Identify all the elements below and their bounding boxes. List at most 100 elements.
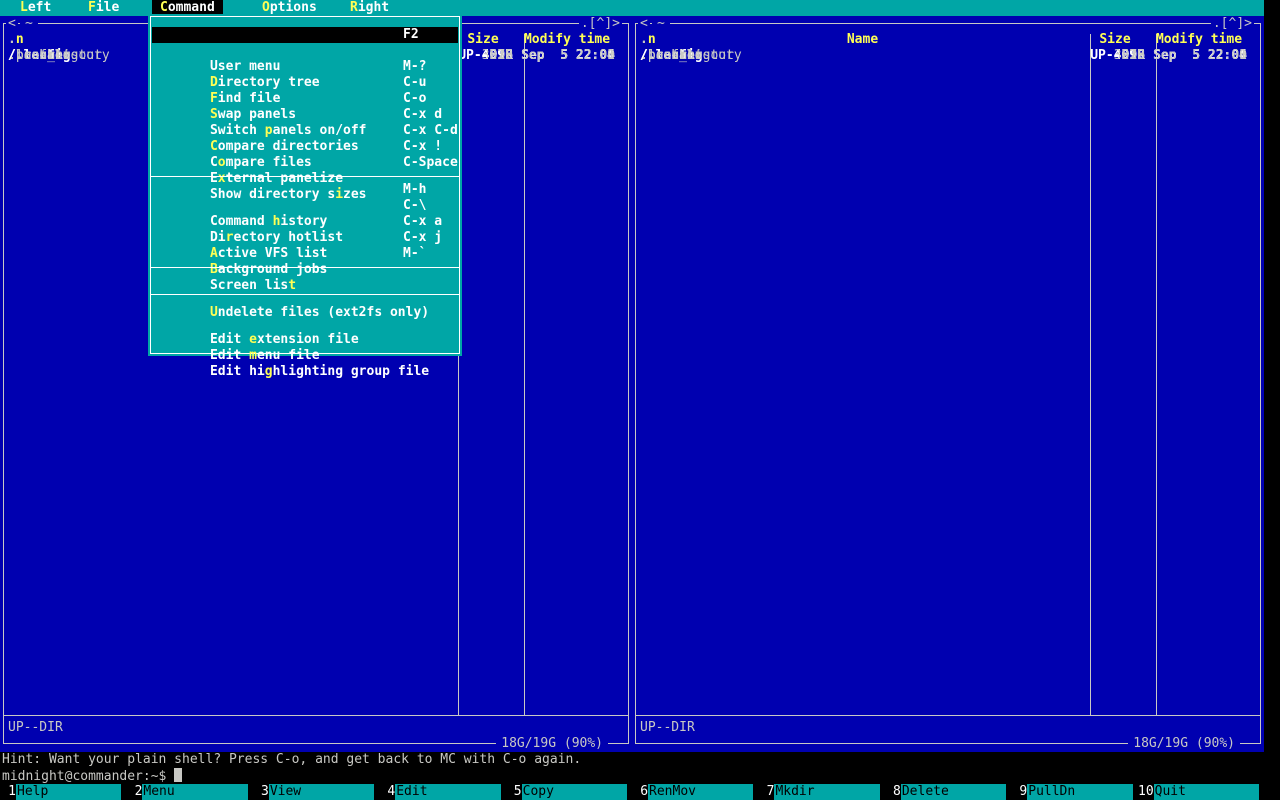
sort-order-marker: . (640, 32, 648, 47)
panel-border (3, 23, 4, 744)
free-space-indicator: 18G/19G (90%) (496, 736, 608, 751)
panel-column-headers: .nName Size Modify time (632, 32, 1264, 48)
sort-key: n (15, 32, 24, 47)
menu-item[interactable]: Compare directories C-x d (152, 107, 458, 154)
menu-item[interactable]: Active VFS list C-x a (152, 214, 458, 261)
menu-item-shortcut: M-h (403, 182, 427, 197)
function-key[interactable]: 9 PullDn (1011, 784, 1137, 800)
sort-key: n (647, 32, 656, 47)
menu-item-shortcut: C-Space (403, 155, 458, 170)
menu-item[interactable]: Find file M-? (152, 59, 458, 106)
function-key-bar: 1 Help 2 Menu 3 View 4 Edit 5 Copy 6 Ren… (0, 784, 1264, 800)
menu-separator (150, 176, 460, 177)
menu-item-shortcut: C-x d (403, 107, 443, 122)
menu-item[interactable]: External panelize C-x ! (152, 139, 458, 186)
panel-scroll-left-marker[interactable]: < (638, 16, 650, 31)
menu-item[interactable]: Swap panels C-u (152, 75, 458, 122)
free-space-indicator: 18G/19G (90%) (1128, 736, 1240, 751)
column-separator (1156, 34, 1157, 715)
column-header-mtime[interactable]: Modify time (519, 32, 615, 48)
ministatus: UP--DIR (8, 720, 63, 735)
shell-prompt[interactable]: midnight@commander:~$ (2, 768, 183, 784)
panel-history-button[interactable]: .[^]> (1210, 16, 1254, 31)
column-header-size[interactable]: Size (1085, 32, 1145, 48)
function-key-number: 3 (252, 784, 269, 800)
panel-scroll-left-marker[interactable]: < (6, 16, 18, 31)
column-header-size[interactable]: Size (453, 32, 513, 48)
menu-item[interactable] (150, 171, 460, 182)
menu-item-label: Edit menu file (209, 348, 320, 363)
column-header-mtime[interactable]: Modify time (1151, 32, 1247, 48)
menu-item[interactable]: Compare files C-x C-d (152, 123, 458, 170)
function-key-label: Quit (1153, 784, 1260, 800)
panel-history-button[interactable]: .[^]> (578, 16, 622, 31)
menu-item[interactable]: Directory tree (152, 43, 458, 90)
menubar-item-file[interactable]: File (80, 0, 127, 16)
column-header-name[interactable]: .nName (640, 32, 1085, 48)
menu-item-shortcut: C-x a (403, 214, 443, 229)
menu-item[interactable]: User menu F2 (152, 27, 458, 74)
file-mtime: Sep 5 22:00 (521, 48, 615, 63)
menu-separator (150, 294, 460, 295)
menu-item[interactable]: Edit highlighting group file (152, 332, 458, 379)
menu-item[interactable]: Screen list M-` (152, 246, 458, 293)
function-key[interactable]: 5 Copy (505, 784, 632, 800)
function-key-label: Delete (900, 784, 1007, 800)
ministatus: UP--DIR (640, 720, 695, 735)
panel-path[interactable]: ~ (20, 16, 38, 31)
function-key-label: Mkdir (774, 784, 880, 800)
menu-item[interactable]: Undelete files (ext2fs only) (152, 273, 458, 320)
function-key[interactable]: 6 RenMov (632, 784, 758, 800)
function-key-label: RenMov (648, 784, 754, 800)
menu-item[interactable]: Show directory sizes C-Space (152, 155, 458, 202)
file-row[interactable]: .profile 675 Sep 5 22:00 (632, 48, 1264, 64)
function-key-label: Copy (521, 784, 628, 800)
menu-item-shortcut: M-` (403, 246, 427, 261)
function-key-number: 6 (632, 784, 649, 800)
menu-item[interactable]: Edit menu file (152, 316, 458, 363)
function-key[interactable]: 2 Menu (126, 784, 252, 800)
function-key-label: Edit (395, 784, 501, 800)
menu-separator (150, 267, 460, 268)
panel-border (1260, 23, 1261, 744)
menu-item[interactable]: Command history M-h (152, 182, 458, 229)
menu-item[interactable]: Directory hotlist C-\ (152, 198, 458, 245)
file-name: .profile (640, 48, 703, 63)
function-key[interactable]: 10 Quit (1137, 784, 1264, 800)
menu-item-shortcut: C-x ! (403, 139, 443, 154)
panel-border (636, 23, 1260, 24)
function-key-number: 10 (1137, 784, 1154, 800)
menu-item-shortcut: F2 (403, 27, 419, 42)
menu-item-label: Edit highlighting group file (209, 364, 430, 379)
menu-item-shortcut: C-u (403, 75, 427, 90)
menu-item[interactable]: Background jobs C-x j (152, 230, 458, 277)
menu-item[interactable] (150, 262, 460, 273)
menubar-item-left[interactable]: Left (12, 0, 59, 16)
function-key[interactable]: 3 View (252, 784, 379, 800)
sort-order-marker: . (8, 32, 16, 47)
menu-item[interactable] (150, 289, 460, 300)
panel-border (635, 23, 636, 744)
mc-screen: { "colors": { "panel_blue": "#0000b0", "… (0, 0, 1280, 800)
panel-right: < ~ .[^]> .n Name Size Modify time /.. UP… (632, 16, 1264, 752)
menu-item-shortcut: C-x C-d (403, 123, 458, 138)
function-key-number: 5 (505, 784, 522, 800)
function-key-number: 1 (0, 784, 16, 800)
column-separator (1090, 34, 1091, 715)
menu-item-shortcut: C-x j (403, 230, 443, 245)
ministatus-separator (636, 715, 1260, 716)
menu-item[interactable]: Edit extension file (152, 300, 458, 347)
panel-path[interactable]: ~ (652, 16, 670, 31)
hint-line: Hint: Want your plain shell? Press C-o, … (2, 752, 582, 767)
function-key[interactable]: 4 Edit (379, 784, 505, 800)
menu-item[interactable]: Switch panels on/off C-o (152, 91, 458, 138)
file-size: 675 (1121, 48, 1145, 63)
function-key[interactable]: 8 Delete (884, 784, 1011, 800)
function-key[interactable]: 1 Help (0, 784, 126, 800)
column-separator (524, 34, 525, 715)
menu-item-shortcut: C-\ (403, 198, 427, 213)
menu-item-shortcut: C-o (403, 91, 427, 106)
function-key-number: 2 (126, 784, 143, 800)
function-key-label: View (268, 784, 375, 800)
function-key[interactable]: 7 Mkdir (758, 784, 884, 800)
